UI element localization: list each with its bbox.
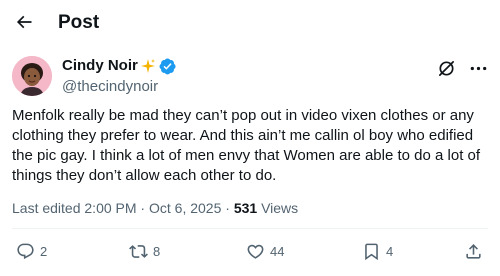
bookmark-count: 4 — [386, 243, 394, 259]
action-bar: 2 8 44 4 — [12, 240, 488, 262]
grok-icon — [438, 60, 454, 76]
top-bar: Post — [0, 0, 500, 46]
repost-button[interactable]: 8 — [129, 240, 160, 262]
meta-separator-2: · — [225, 200, 230, 216]
author-display-name[interactable]: Cindy Noir — [62, 56, 138, 76]
avatar-image — [12, 56, 52, 96]
post-time[interactable]: 2:00 PM — [84, 200, 136, 216]
views-count: 531 — [233, 200, 258, 216]
author-handle[interactable]: @thecindynoir — [62, 77, 176, 97]
bookmark-icon — [365, 243, 378, 260]
sparkles-icon — [140, 58, 156, 74]
author-block: Cindy Noir @thecindynoir — [62, 56, 176, 97]
like-count: 44 — [270, 243, 285, 259]
like-button[interactable]: 44 — [246, 240, 284, 262]
more-options-button[interactable] — [468, 58, 488, 78]
back-button[interactable] — [12, 10, 36, 34]
arrow-left-icon — [16, 15, 32, 29]
post-meta: Last edited 2:00 PM · Oct 6, 2025 · 531 … — [12, 199, 298, 217]
reply-button[interactable]: 2 — [16, 240, 47, 262]
views-label: Views — [261, 200, 299, 216]
divider — [12, 228, 488, 229]
meta-separator: · — [140, 200, 146, 216]
share-button[interactable] — [464, 240, 483, 262]
grok-icon-button[interactable] — [436, 58, 456, 78]
page-title: Post — [58, 12, 100, 33]
repost-icon — [129, 244, 148, 258]
heart-icon — [247, 244, 264, 259]
post-top-actions — [436, 58, 488, 78]
post-date[interactable]: Oct 6, 2025 — [149, 200, 221, 216]
repost-count: 8 — [153, 243, 161, 259]
avatar[interactable] — [12, 56, 52, 96]
reply-icon — [17, 243, 34, 259]
last-edited-label[interactable]: Last edited — [12, 200, 81, 216]
more-dots-icon — [470, 66, 486, 70]
bookmark-button[interactable]: 4 — [362, 240, 393, 262]
post-text: Menfolk really be mad they can’t pop out… — [12, 107, 481, 184]
share-icon — [466, 243, 481, 259]
verified-badge-icon[interactable] — [159, 58, 176, 75]
reply-count: 2 — [40, 243, 48, 259]
